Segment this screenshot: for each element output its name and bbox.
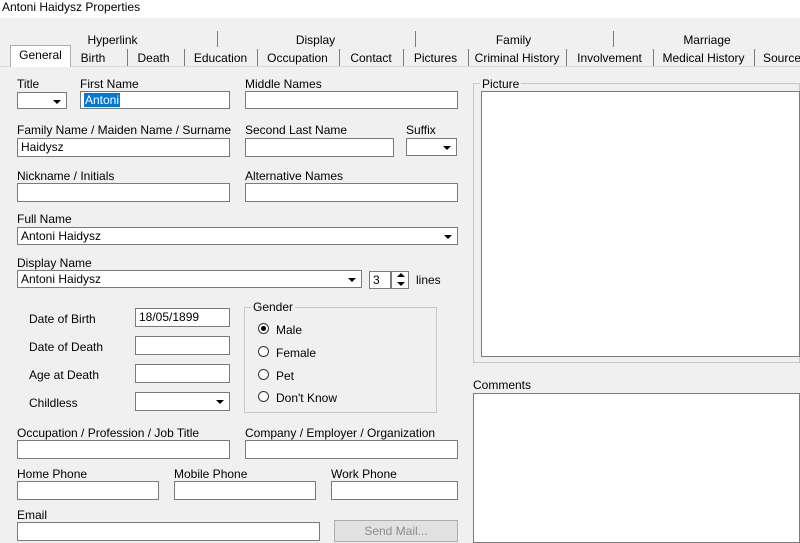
gender-pet-label[interactable]: Pet [276,369,294,383]
display-name-select[interactable]: Antoni Haidysz [17,270,362,288]
date-of-death-label: Date of Death [29,340,104,354]
alternative-names-field[interactable] [245,183,458,202]
tab-pictures[interactable]: Pictures [403,49,467,67]
date-of-death-field[interactable] [135,336,230,355]
nickname-field[interactable] [17,183,230,202]
mobile-phone-label: Mobile Phone [174,467,248,481]
tab-criminal-history[interactable]: Criminal History [468,49,565,67]
tab-source[interactable]: Source [754,49,800,67]
date-of-birth-label: Date of Birth [29,312,96,326]
family-name-label: Family Name / Maiden Name / Surname [17,123,232,137]
first-name-label: First Name [80,77,139,91]
display-name-label: Display Name [17,256,92,270]
work-phone-label: Work Phone [331,467,397,481]
comments-label: Comments [473,378,532,392]
first-name-field[interactable]: Antoni [80,91,230,109]
tab-death[interactable]: Death [127,49,179,67]
gender-female-radio[interactable] [258,346,269,357]
second-last-name-field[interactable] [245,138,394,157]
chevron-down-icon[interactable] [344,272,360,286]
first-name-value: Antoni [84,93,121,107]
gender-pet-radio[interactable] [258,369,269,380]
gender-group [244,307,437,413]
gender-dont-know-label[interactable]: Don't Know [276,391,337,405]
work-phone-field[interactable] [331,481,458,500]
tab-birth[interactable]: Birth [71,49,115,67]
childless-select[interactable] [135,392,230,411]
home-phone-field[interactable] [17,481,159,500]
display-name-value: Antoni Haidysz [21,272,102,286]
childless-label: Childless [29,396,78,410]
full-name-value: Antoni Haidysz [21,229,102,243]
picture-box[interactable] [481,91,800,357]
full-name-select[interactable]: Antoni Haidysz [17,227,458,245]
gender-male-label[interactable]: Male [276,323,302,337]
chevron-down-icon[interactable] [439,140,455,154]
gender-dont-know-radio[interactable] [258,391,269,402]
tab-education[interactable]: Education [184,49,256,67]
middle-names-field[interactable] [245,91,458,109]
gender-male-radio[interactable] [258,323,269,334]
spin-down-icon[interactable] [392,281,408,289]
middle-names-label: Middle Names [245,77,322,91]
full-name-label: Full Name [17,212,72,226]
chevron-down-icon[interactable] [212,394,228,409]
display-lines-field[interactable]: 3 [369,271,391,289]
suffix-label: Suffix [406,123,436,137]
lines-spinner[interactable] [391,271,409,289]
gender-label: Gender [251,300,296,314]
lines-label: lines [416,273,441,287]
company-label: Company / Employer / Organization [245,426,436,440]
family-name-field[interactable]: Haidysz [17,138,230,157]
occupation-label: Occupation / Profession / Job Title [17,426,200,440]
chevron-down-icon[interactable] [49,94,65,107]
age-at-death-field[interactable] [135,364,230,383]
tab-general[interactable]: General [10,45,71,67]
home-phone-label: Home Phone [17,467,88,481]
email-field[interactable] [17,522,320,541]
chevron-down-icon[interactable] [440,229,456,243]
title-select[interactable] [17,92,67,109]
occupation-field[interactable] [17,440,230,459]
company-field[interactable] [245,440,458,459]
email-label: Email [17,508,48,522]
age-at-death-label: Age at Death [29,368,100,382]
tab-contact[interactable]: Contact [339,49,402,67]
tab-occupation[interactable]: Occupation [257,49,337,67]
comments-field[interactable] [473,393,800,543]
suffix-select[interactable] [406,138,457,156]
send-mail-button[interactable]: Send Mail... [334,520,458,542]
date-of-birth-field[interactable]: 18/05/1899 [135,308,230,327]
tab-medical-history[interactable]: Medical History [653,49,753,67]
second-last-name-label: Second Last Name [245,123,348,137]
picture-label: Picture [480,77,522,91]
nickname-label: Nickname / Initials [17,169,115,183]
gender-female-label[interactable]: Female [276,346,316,360]
tab-involvement[interactable]: Involvement [566,49,652,67]
alternative-names-label: Alternative Names [245,169,344,183]
spin-up-icon[interactable] [392,272,408,280]
mobile-phone-field[interactable] [174,481,316,500]
title-label: Title [17,77,40,91]
window-title: Antoni Haidysz Properties [0,0,800,18]
